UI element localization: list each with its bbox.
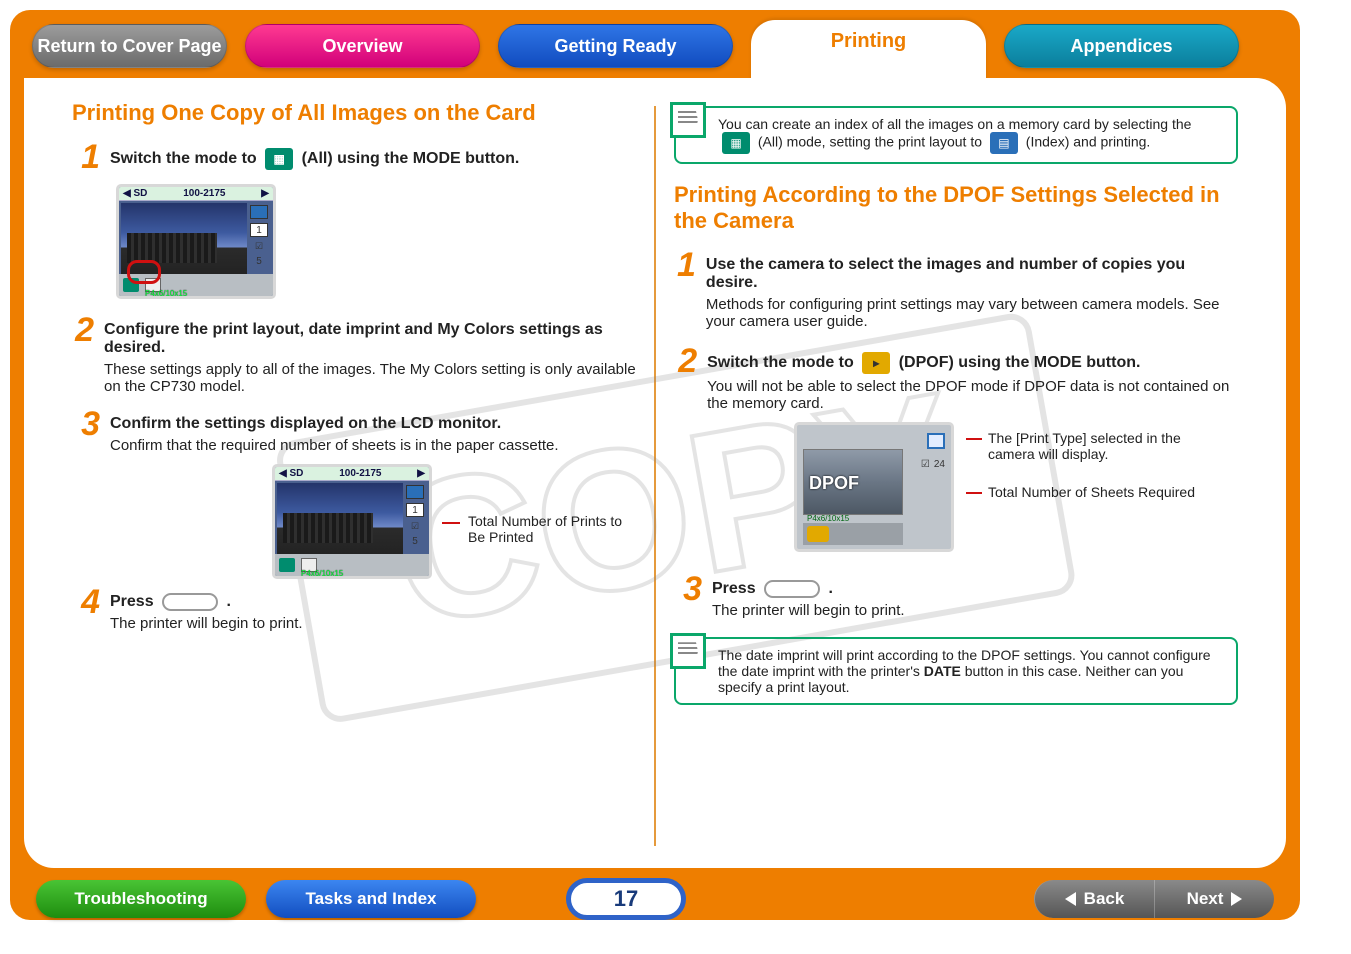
lcd2a-total: 5 xyxy=(412,536,418,547)
tab-cover[interactable]: Return to Cover Page xyxy=(32,24,227,68)
step2-title: Configure the print layout, date imprint… xyxy=(104,321,636,357)
step-number: 1 xyxy=(674,248,696,330)
back-button[interactable]: Back xyxy=(1034,880,1154,918)
annot-total-sheets: Total Number of Sheets Required xyxy=(966,484,1208,500)
lcd-screenshot-1: ◀ SD100-2175▶ 1 ☑ 5 P4x6/10x15 xyxy=(116,184,276,299)
left-title: Printing One Copy of All Images on the C… xyxy=(72,100,636,126)
lcd1-size: P4x6/10x15 xyxy=(145,289,269,298)
note-icon xyxy=(670,102,706,138)
print-button-icon xyxy=(162,593,218,611)
right-step-3: 3 Press . The printer will begin to prin… xyxy=(674,572,1238,619)
annot-total-prints: Total Number of Prints to Be Printed xyxy=(468,513,628,545)
lcd-dpof-label: DPOF xyxy=(809,473,859,494)
left-step-3: 3 Confirm the settings displayed on the … xyxy=(72,407,636,454)
lcd-screenshot-2: ◀ SD100-2175▶ 1 ☑ 5 P4x6/10x15 xyxy=(272,464,432,579)
left-step-4: 4 Press . The printer will begin to prin… xyxy=(72,585,636,632)
content-panel: COPY Printing One Copy of All Images on … xyxy=(24,78,1286,868)
right-step-1: 1 Use the camera to select the images an… xyxy=(674,248,1238,330)
tab-appendices[interactable]: Appendices xyxy=(1004,24,1239,68)
next-button[interactable]: Next xyxy=(1154,880,1274,918)
all-mode-icon: ▦ xyxy=(722,132,750,154)
all-mode-icon: ▦ xyxy=(265,148,293,170)
right-title: Printing According to the DPOF Settings … xyxy=(674,182,1238,234)
step1-text-b: (All) using the xyxy=(302,150,413,167)
lcd2a-filenum: 100-2175 xyxy=(339,468,381,479)
page-number: 17 xyxy=(566,878,686,920)
r-step2-a: Switch the mode to xyxy=(707,354,858,371)
right-column: You can create an index of all the image… xyxy=(656,100,1256,848)
tip1-text-a: You can create an index of all the image… xyxy=(718,116,1191,132)
left-column: Printing One Copy of All Images on the C… xyxy=(54,100,654,848)
tab-getting-ready[interactable]: Getting Ready xyxy=(498,24,733,68)
left-step-2: 2 Configure the print layout, date impri… xyxy=(72,313,636,395)
bottom-bar: Troubleshooting Tasks and Index 17 Back … xyxy=(24,868,1286,920)
lcd-dpof: DPOF ☑24 P4x6/10x15 xyxy=(794,422,954,552)
step-number: 2 xyxy=(72,313,94,395)
r-step2-b: (DPOF) using the xyxy=(899,354,1034,371)
tasks-index-button[interactable]: Tasks and Index xyxy=(266,880,476,918)
index-layout-icon: ▤ xyxy=(990,132,1018,154)
left-step-1: 1 Switch the mode to ▦ (All) using the M… xyxy=(72,140,636,174)
step-number: 3 xyxy=(72,407,100,454)
step1-mode: MODE xyxy=(413,150,461,167)
step-number: 2 xyxy=(674,344,697,412)
next-label: Next xyxy=(1187,889,1224,909)
note-icon xyxy=(670,633,706,669)
r-step3-sub: The printer will begin to print. xyxy=(712,602,905,619)
r-step1-title: Use the camera to select the images and … xyxy=(706,256,1238,292)
r-step3-period: . xyxy=(829,580,833,597)
step-number: 3 xyxy=(674,572,702,619)
lcd1-copies: 1 xyxy=(250,223,268,237)
r-step2-d: button. xyxy=(1086,354,1140,371)
step-number: 1 xyxy=(72,140,100,174)
lcd2a-size: P4x6/10x15 xyxy=(301,569,425,578)
step1-text-d: button. xyxy=(465,150,519,167)
tip-date-imprint: The date imprint will print according to… xyxy=(674,637,1238,705)
tip1-text-c: (Index) and printing. xyxy=(1026,134,1151,150)
tab-printing-active[interactable]: Printing xyxy=(751,20,986,82)
tip-index-print: You can create an index of all the image… xyxy=(674,106,1238,164)
r-step2-sub: You will not be able to select the DPOF … xyxy=(707,378,1238,412)
arrow-right-icon xyxy=(1231,892,1242,906)
lcd-dpof-count: 24 xyxy=(934,459,945,470)
top-tabs: Return to Cover Page Overview Getting Re… xyxy=(24,24,1286,78)
step4-period: . xyxy=(227,593,231,610)
step-number: 4 xyxy=(72,585,100,632)
r-step3-press: Press xyxy=(712,580,760,597)
step3-sub: Confirm that the required number of shee… xyxy=(110,437,559,454)
right-step-2: 2 Switch the mode to ▸ (DPOF) using the … xyxy=(674,344,1238,412)
annot-print-type: The [Print Type] selected in the camera … xyxy=(966,430,1208,462)
lcd1-highlight-circle xyxy=(127,260,161,284)
page-frame: Return to Cover Page Overview Getting Re… xyxy=(10,10,1300,920)
lcd1-total: 5 xyxy=(256,256,262,267)
lcd2-annotation: Total Number of Prints to Be Printed xyxy=(442,513,636,545)
lcd1-filenum: 100-2175 xyxy=(183,188,225,199)
tab-overview[interactable]: Overview xyxy=(245,24,480,68)
r-step1-sub: Methods for configuring print settings m… xyxy=(706,296,1238,330)
step4-sub: The printer will begin to print. xyxy=(110,615,303,632)
troubleshooting-button[interactable]: Troubleshooting xyxy=(36,880,246,918)
r-step2-mode: MODE xyxy=(1034,354,1082,371)
lcd2a-copies: 1 xyxy=(406,503,424,517)
step2-sub: These settings apply to all of the image… xyxy=(104,361,636,395)
tip1-text-b: (All) mode, setting the print layout to xyxy=(758,134,986,150)
step1-text-a: Switch the mode to xyxy=(110,150,261,167)
lcd-dpof-size: P4x6/10x15 xyxy=(807,514,901,523)
tip2-date: DATE xyxy=(924,663,961,679)
arrow-left-icon xyxy=(1065,892,1076,906)
tab-printing-slot: Printing xyxy=(751,24,986,68)
nav-buttons: Back Next xyxy=(1034,880,1274,918)
step4-press: Press xyxy=(110,593,158,610)
print-button-icon xyxy=(764,580,820,598)
step3-title: Confirm the settings displayed on the LC… xyxy=(110,415,559,433)
dpof-mode-icon: ▸ xyxy=(862,352,890,374)
back-label: Back xyxy=(1084,889,1125,909)
